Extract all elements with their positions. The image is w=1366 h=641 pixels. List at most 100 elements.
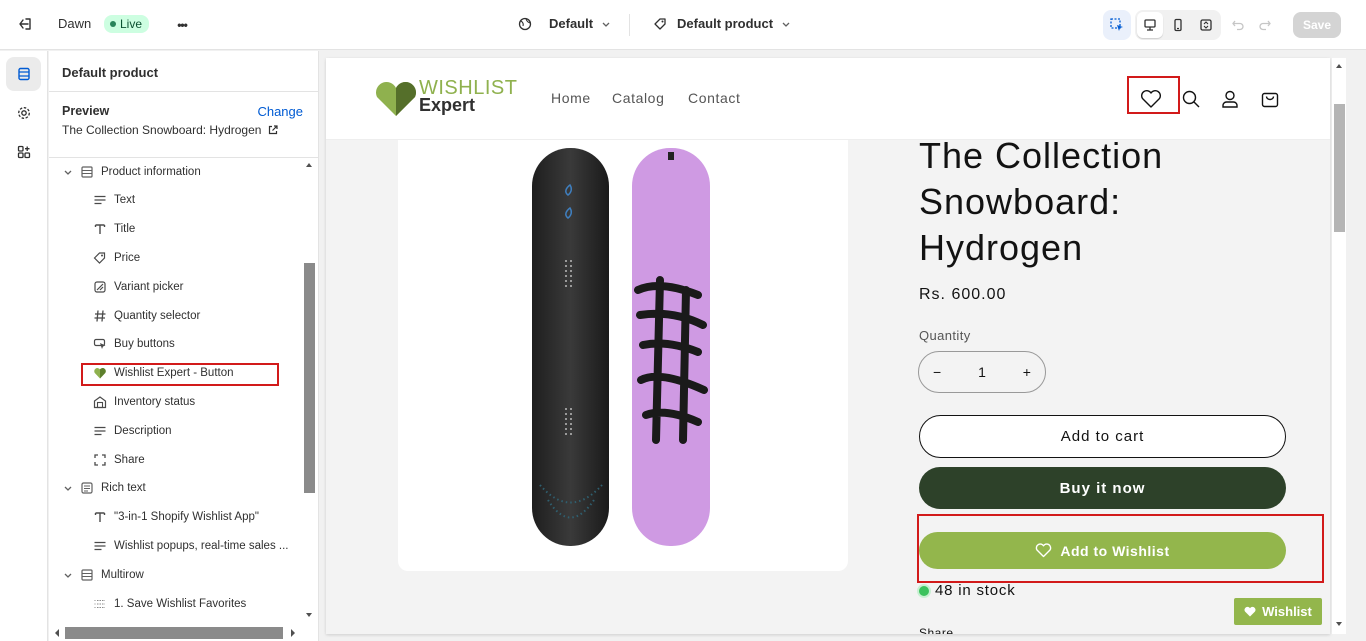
block-label: Share bbox=[114, 454, 145, 466]
top-bar: Dawn Live ••• Default Default product Sa… bbox=[0, 0, 1366, 50]
desktop-view-button[interactable] bbox=[1137, 12, 1163, 38]
redo-icon bbox=[1259, 20, 1271, 31]
quantity-decrease-button[interactable]: − bbox=[933, 364, 941, 380]
divider bbox=[629, 14, 630, 36]
block-buy-buttons[interactable]: Buy buttons bbox=[92, 330, 175, 358]
chevron-down-icon bbox=[63, 167, 73, 177]
chevron-down-icon bbox=[63, 483, 73, 493]
buy-now-button[interactable]: Buy it now bbox=[919, 467, 1286, 509]
preview-label: Preview bbox=[62, 104, 110, 118]
preview-scrollbar-thumb[interactable] bbox=[1334, 104, 1345, 232]
block-share[interactable]: Share bbox=[92, 446, 145, 474]
nav-catalog[interactable]: Catalog bbox=[612, 90, 664, 106]
undo-icon bbox=[1232, 20, 1244, 31]
inventory-icon bbox=[92, 394, 108, 410]
redo-button[interactable] bbox=[1252, 12, 1278, 38]
scroll-up-arrow-icon[interactable] bbox=[305, 161, 313, 169]
scroll-down-arrow-icon[interactable] bbox=[305, 611, 313, 619]
exit-icon[interactable] bbox=[12, 11, 38, 37]
sidebar-scrollbar-thumb[interactable] bbox=[304, 263, 315, 493]
more-actions-button[interactable]: ••• bbox=[169, 12, 195, 38]
scroll-left-arrow-icon[interactable] bbox=[53, 628, 61, 638]
logo-text: WISHLIST Expert bbox=[419, 78, 517, 114]
external-link-icon bbox=[269, 125, 279, 135]
undo-button[interactable] bbox=[1225, 12, 1251, 38]
fullscreen-view-button[interactable] bbox=[1193, 12, 1219, 38]
block-label: 1. Save Wishlist Favorites bbox=[114, 598, 247, 610]
block-multirow-row[interactable]: 1. Save Wishlist Favorites bbox=[92, 590, 246, 618]
theme-select-label: Default bbox=[549, 16, 594, 31]
expand-icon bbox=[1200, 19, 1212, 31]
nav-contact[interactable]: Contact bbox=[688, 90, 740, 106]
row-icon bbox=[92, 596, 108, 612]
floating-wishlist-label: Wishlist bbox=[1262, 604, 1312, 619]
product-media[interactable] bbox=[398, 140, 848, 571]
cart-icon[interactable] bbox=[1258, 87, 1282, 111]
section-label: Product information bbox=[101, 166, 201, 178]
template-select[interactable]: Default product bbox=[653, 16, 791, 31]
highlight-box bbox=[917, 514, 1324, 583]
gear-icon bbox=[17, 107, 30, 119]
section-icon bbox=[79, 567, 95, 583]
change-preview-link[interactable]: Change bbox=[257, 104, 303, 119]
tag-icon bbox=[654, 17, 666, 30]
block-description[interactable]: Description bbox=[92, 417, 172, 445]
block-title[interactable]: Title bbox=[92, 215, 135, 243]
text-lines-icon bbox=[92, 192, 108, 208]
block-label: Text bbox=[114, 194, 136, 206]
quantity-stepper[interactable]: − 1 + bbox=[918, 351, 1046, 393]
variant-icon bbox=[92, 279, 108, 295]
product-title: The Collection Snowboard: Hydrogen bbox=[919, 135, 1164, 268]
section-icon bbox=[79, 164, 95, 180]
section-multirow[interactable]: Multirow bbox=[63, 561, 144, 589]
block-label: Inventory status bbox=[114, 396, 196, 408]
block-text[interactable]: Text bbox=[92, 186, 135, 214]
section-rich-text[interactable]: Rich text bbox=[63, 474, 146, 502]
sidebar-title: Default product bbox=[62, 65, 159, 80]
richtext-icon bbox=[79, 480, 95, 496]
block-richtext-text[interactable]: Wishlist popups, real-time sales ... bbox=[92, 532, 288, 560]
store-header: WISHLIST Expert Home Catalog Contact bbox=[326, 58, 1330, 140]
block-quantity-selector[interactable]: Quantity selector bbox=[92, 302, 200, 330]
mobile-view-button[interactable] bbox=[1165, 12, 1191, 38]
add-to-cart-button[interactable]: Add to cart bbox=[919, 415, 1286, 458]
scroll-down-arrow-icon[interactable] bbox=[1335, 620, 1343, 628]
inspector-select-button[interactable] bbox=[1103, 10, 1131, 40]
stock-label: 48 in stock bbox=[935, 582, 1016, 599]
block-inventory-status[interactable]: Inventory status bbox=[92, 388, 195, 416]
apps-button[interactable] bbox=[6, 135, 41, 169]
mobile-icon bbox=[1174, 18, 1182, 32]
heart-filled-icon bbox=[1244, 606, 1256, 617]
block-richtext-heading[interactable]: "3-in-1 Shopify Wishlist App" bbox=[92, 503, 259, 531]
viewport-toggle-group bbox=[1135, 10, 1221, 40]
block-price[interactable]: Price bbox=[92, 244, 140, 272]
divider bbox=[49, 91, 318, 92]
text-lines-icon bbox=[92, 538, 108, 554]
preview-product-name: The Collection Snowboard: Hydrogen bbox=[62, 123, 262, 137]
theme-settings-button[interactable] bbox=[6, 96, 41, 130]
block-label: Buy buttons bbox=[114, 338, 175, 350]
account-icon[interactable] bbox=[1218, 87, 1242, 111]
scroll-up-arrow-icon[interactable] bbox=[1335, 62, 1343, 70]
block-label: Quantity selector bbox=[114, 310, 201, 322]
save-button[interactable]: Save bbox=[1293, 12, 1341, 38]
quantity-increase-button[interactable]: + bbox=[1023, 364, 1031, 380]
desktop-icon bbox=[1144, 19, 1156, 31]
floating-wishlist-button[interactable]: Wishlist bbox=[1234, 598, 1322, 625]
block-label: Title bbox=[114, 223, 136, 235]
section-product-information[interactable]: Product information bbox=[63, 158, 201, 186]
sidebar-horizontal-scrollbar-thumb[interactable] bbox=[65, 627, 283, 639]
wishlist-expert-logo[interactable] bbox=[374, 80, 418, 118]
chevron-down-icon bbox=[63, 570, 73, 580]
block-variant-picker[interactable]: Variant picker bbox=[92, 273, 183, 301]
theme-select[interactable]: Default bbox=[518, 16, 611, 31]
quantity-value[interactable]: 1 bbox=[978, 364, 986, 380]
nav-home[interactable]: Home bbox=[551, 90, 591, 106]
scroll-right-arrow-icon[interactable] bbox=[289, 628, 297, 638]
sections-nav-button[interactable] bbox=[6, 57, 41, 91]
theme-name: Dawn bbox=[58, 16, 92, 31]
hash-icon bbox=[92, 308, 108, 324]
search-icon[interactable] bbox=[1179, 87, 1203, 111]
share-button[interactable]: Share bbox=[919, 626, 954, 634]
preview-product[interactable]: The Collection Snowboard: Hydrogen bbox=[62, 123, 279, 137]
